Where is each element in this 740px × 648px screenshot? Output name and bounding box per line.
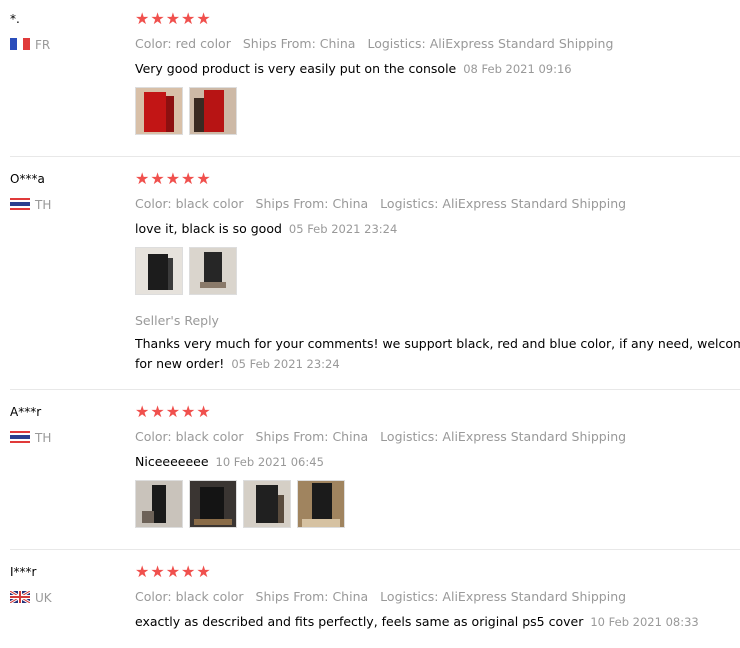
seller-reply-line: for new order! 05 Feb 2021 23:24	[135, 354, 740, 374]
thailand-flag-icon	[10, 198, 30, 210]
review-photo-thumbnail[interactable]	[297, 480, 345, 528]
color-attr: Color: black color	[135, 589, 244, 604]
star-rating: ★★★★★	[135, 169, 212, 188]
country-code: FR	[35, 38, 51, 52]
country-code: TH	[35, 431, 52, 445]
review-content: love it, black is so good	[135, 221, 282, 236]
review-divider	[10, 549, 740, 550]
review-photo-thumbnail[interactable]	[243, 480, 291, 528]
logistics-attr: Logistics: AliExpress Standard Shipping	[367, 36, 614, 51]
review-text: love it, black is so good 05 Feb 2021 23…	[135, 220, 397, 238]
ships-from-attr: Ships From: China	[242, 36, 356, 51]
review-photos	[135, 87, 243, 137]
review-photos	[135, 247, 243, 297]
review-date: 10 Feb 2021 08:33	[590, 615, 699, 629]
review-meta: Color: black color Ships From: China Logis…	[135, 428, 638, 446]
france-flag-icon	[10, 38, 30, 50]
review-content: Very good product is very easily put on …	[135, 61, 457, 76]
review-photo-thumbnail[interactable]	[135, 247, 183, 295]
review-photo-thumbnail[interactable]	[189, 247, 237, 295]
color-attr: Color: red color	[135, 36, 231, 51]
review-divider	[10, 156, 740, 157]
review-text: exactly as described and fits perfectly,…	[135, 613, 699, 631]
review-photo-thumbnail[interactable]	[189, 480, 237, 528]
seller-reply-date: 05 Feb 2021 23:24	[231, 357, 340, 371]
review-date: 05 Feb 2021 23:24	[288, 222, 398, 236]
reviewer-name: I***r	[10, 565, 37, 579]
review-text: Niceeeeeee 10 Feb 2021 06:45	[135, 453, 324, 471]
review-meta: Color: black color Ships From: China Logis…	[135, 195, 638, 213]
reviewer-name: A***r	[10, 405, 42, 419]
seller-reply-label: Seller's Reply	[135, 313, 219, 328]
reviewer-name: O***a	[10, 172, 45, 186]
star-rating: ★★★★★	[135, 9, 212, 28]
star-rating: ★★★★★	[135, 562, 212, 581]
seller-reply-text: Thanks very much for your comments! we s…	[135, 334, 740, 374]
review-content: Niceeeeeee	[135, 454, 209, 469]
review-photo-thumbnail[interactable]	[189, 87, 237, 135]
color-attr: Color: black color	[135, 196, 244, 211]
country-code: UK	[35, 591, 52, 605]
ships-from-attr: Ships From: China	[255, 429, 369, 444]
review-meta: Color: black color Ships From: China Logis…	[135, 588, 638, 606]
review-divider	[10, 389, 740, 390]
logistics-attr: Logistics: AliExpress Standard Shipping	[380, 196, 627, 211]
ships-from-attr: Ships From: China	[255, 196, 369, 211]
review-content: exactly as described and fits perfectly,…	[135, 614, 584, 629]
logistics-attr: Logistics: AliExpress Standard Shipping	[380, 429, 627, 444]
seller-reply-content: for new order!	[135, 356, 225, 371]
logistics-attr: Logistics: AliExpress Standard Shipping	[380, 589, 627, 604]
star-rating: ★★★★★	[135, 402, 212, 421]
review-date: 08 Feb 2021 09:16	[463, 62, 572, 76]
reviewer-country: UK	[10, 590, 52, 606]
thailand-flag-icon	[10, 431, 30, 443]
review-photo-thumbnail[interactable]	[135, 87, 183, 135]
ships-from-attr: Ships From: China	[255, 589, 369, 604]
review-date: 10 Feb 2021 06:45	[215, 455, 324, 469]
review-meta: Color: red color Ships From: China Logisti…	[135, 35, 625, 53]
uk-flag-icon	[10, 591, 30, 603]
seller-reply-line: Thanks very much for your comments! we s…	[135, 336, 740, 351]
review-photo-thumbnail[interactable]	[135, 480, 183, 528]
color-attr: Color: black color	[135, 429, 244, 444]
reviewer-country: TH	[10, 197, 51, 213]
reviewer-name: *.	[10, 12, 20, 26]
country-code: TH	[35, 198, 52, 212]
reviewer-country: TH	[10, 430, 51, 446]
reviewer-country: FR	[10, 37, 50, 53]
review-text: Very good product is very easily put on …	[135, 60, 572, 78]
review-photos	[135, 480, 351, 530]
